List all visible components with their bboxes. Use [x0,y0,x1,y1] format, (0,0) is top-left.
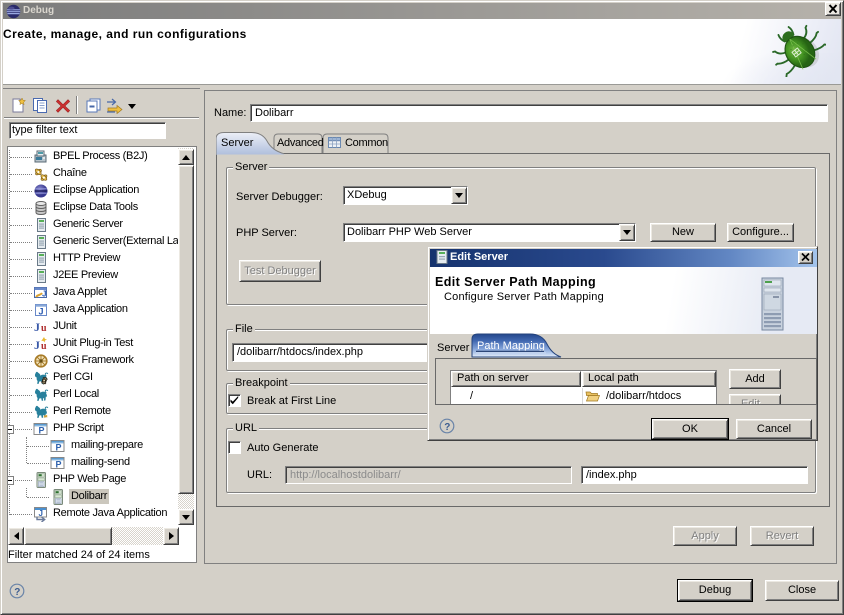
svg-text:P: P [39,426,45,436]
svg-text:Path Mapping: Path Mapping [477,340,545,352]
svg-text:J: J [34,338,40,352]
svg-text:u: u [41,323,47,334]
svg-text:u: u [41,341,47,352]
svg-text:?: ? [444,422,450,433]
svg-text:Common: Common [345,137,388,149]
svg-text:P: P [56,443,62,453]
svg-text:J: J [42,290,46,299]
svg-text:Server: Server [437,342,470,354]
svg-text:Server: Server [221,137,254,149]
svg-text:J: J [39,307,44,317]
svg-text:J: J [39,509,43,518]
svg-text:J: J [34,320,40,334]
svg-text:P: P [56,460,62,470]
svg-text:?: ? [14,587,20,598]
svg-text:Advanced: Advanced [277,137,324,149]
